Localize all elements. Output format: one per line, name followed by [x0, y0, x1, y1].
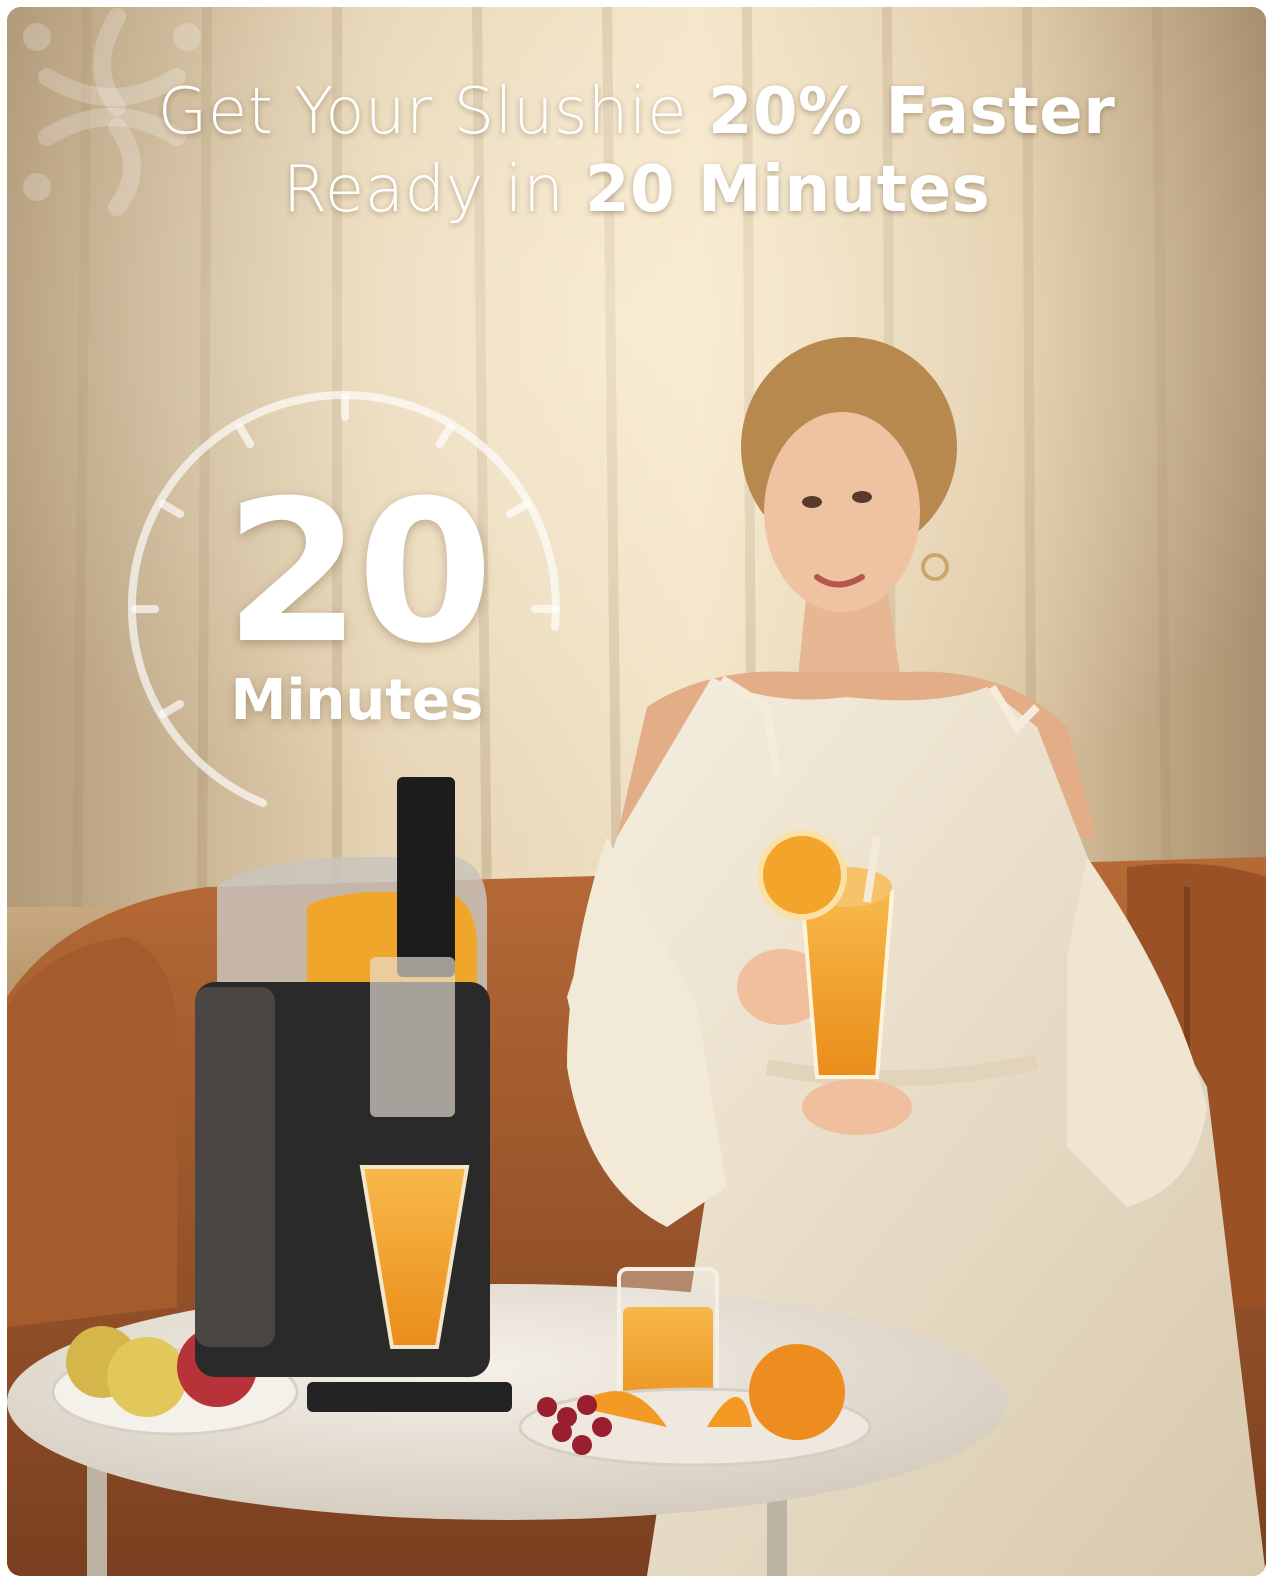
headline-line-1-bold: 20% Faster — [707, 75, 1116, 149]
headline-line-1: Get Your Slushie 20% Faster — [7, 73, 1266, 151]
headline-line-2: Ready in 20 Minutes — [7, 151, 1266, 229]
headline-line-1-regular: Get Your Slushie — [157, 75, 708, 149]
product-hero-card: Get Your Slushie 20% Faster Ready in 20 … — [7, 7, 1266, 1576]
headline-line-2-bold: 20 Minutes — [585, 153, 991, 228]
timer-unit: Minutes — [230, 668, 484, 733]
scene-illustration — [7, 7, 1266, 1576]
timer-number: 20 — [224, 459, 494, 687]
headline: Get Your Slushie 20% Faster Ready in 20 … — [7, 73, 1266, 229]
headline-line-2-regular: Ready in — [282, 153, 586, 228]
timer-label: 20 Minutes — [147, 475, 567, 729]
